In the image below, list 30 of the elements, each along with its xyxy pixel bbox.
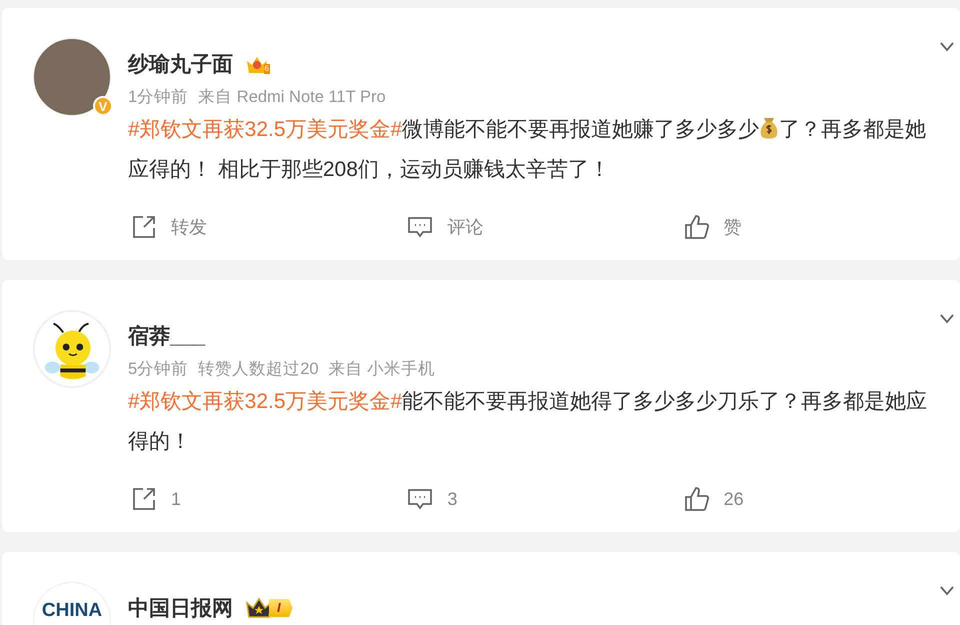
comment-button[interactable]: 评论 <box>407 214 484 240</box>
author-name[interactable]: 宿莽___ <box>128 322 206 350</box>
post-meta: 来自 小米手机 <box>328 359 436 380</box>
like-button[interactable]: 26 <box>684 486 744 512</box>
post-meta: 转赞人数超过20 <box>198 359 319 380</box>
comment-icon <box>407 215 434 239</box>
share-icon <box>131 486 157 512</box>
repost-button[interactable]: 转发 <box>131 214 207 240</box>
chevron-down-icon[interactable] <box>940 586 954 596</box>
post-meta: 来自 Redmi Note 11T Pro <box>198 87 386 108</box>
logo-text: CHINA <box>42 600 102 622</box>
money-bag-icon <box>759 117 780 139</box>
share-icon <box>131 214 157 240</box>
comment-button[interactable]: 3 <box>407 486 458 512</box>
post-meta: 1分钟前 <box>128 87 188 108</box>
hashtag-link[interactable]: #郑钦文再获32.5万美元奖金# <box>128 118 402 141</box>
chevron-down-icon[interactable] <box>940 42 954 52</box>
thumbs-up-icon <box>684 486 710 512</box>
chevron-down-icon[interactable] <box>940 314 954 324</box>
repost-button[interactable]: 1 <box>131 486 182 512</box>
verified-badge: V <box>93 96 113 116</box>
like-button[interactable]: 赞 <box>684 214 742 240</box>
author-name[interactable]: 纱瑜丸子面 <box>128 50 233 78</box>
post-text: #郑钦文再获32.5万美元奖金#微博能不能不要再报道她赚了多少多少 了？再多都是她应得的！ 相比于那些208们，运动员赚钱太辛苦了！ <box>128 116 928 183</box>
author-name[interactable]: 中国日报网 <box>128 594 233 622</box>
post-text: #郑钦文再获32.5万美元奖金#能不能不要再报道她得了多少多少刀乐了？再多都是她应得的！ <box>128 389 928 455</box>
thumbs-up-icon <box>684 214 710 240</box>
hashtag-link[interactable]: #郑钦文再获32.5万美元奖金# <box>128 390 402 413</box>
post-meta: 5分钟前 <box>128 359 188 380</box>
comment-icon <box>407 487 434 511</box>
